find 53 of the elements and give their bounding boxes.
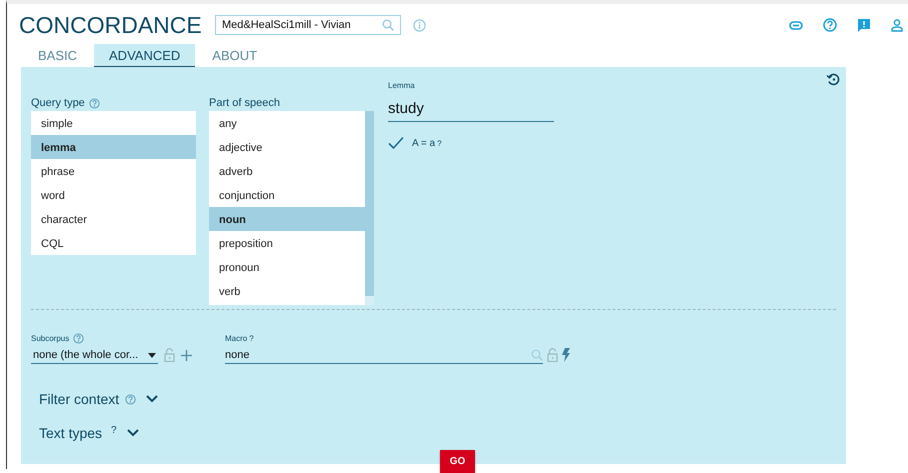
app-title: CONCORDANCE [19,12,203,38]
go-button[interactable]: GO [440,450,475,473]
tab[interactable]: ADVANCED [94,44,196,67]
lock-icon[interactable] [164,348,175,362]
field-label: Macro [225,334,248,342]
field-label: Query type [31,97,85,109]
field-label: Part of speech [209,97,280,109]
help-icon[interactable] [125,394,136,404]
list-option[interactable]: conjunction [209,183,365,207]
link-icon[interactable] [789,20,803,30]
lock-icon[interactable] [547,348,558,362]
field-label: Subcorpus [31,334,70,342]
list-option[interactable]: simple [31,111,196,135]
list-option[interactable]: adjective [209,135,365,159]
list-option[interactable]: adverb [209,159,365,183]
part-of-speech-list[interactable]: any adjective adverb conjunction noun preposition pronoun verb [209,111,374,305]
help-mark[interactable]: ? [437,138,442,148]
corpus-field[interactable]: Med&HealSci1mill - Vivian [215,15,401,35]
help-icon[interactable] [823,18,837,32]
subcorpus-select[interactable]: none (the whole cor... [31,346,158,364]
user-icon[interactable] [891,18,903,32]
list-option[interactable]: character [31,207,196,231]
section-title[interactable]: Text types [39,425,102,441]
list-option[interactable]: word [31,183,196,207]
tab[interactable]: ABOUT [197,44,272,67]
feedback-icon[interactable] [857,18,871,32]
reset-icon[interactable] [826,73,840,86]
checkbox-label: A = a [412,138,436,148]
lemma-input[interactable]: study [388,96,554,122]
help-icon[interactable] [73,332,84,344]
list-option[interactable]: noun [209,207,365,231]
list-option[interactable]: any [209,111,365,135]
checkbox[interactable] [388,136,404,150]
list-option[interactable]: lemma [31,135,196,159]
list-option[interactable]: pronoun [209,255,365,279]
help-mark[interactable]: ? [111,425,117,436]
bolt-icon[interactable] [562,348,570,362]
help-mark[interactable]: ? [249,334,254,342]
help-icon[interactable] [88,98,100,108]
field-label: Lemma [388,81,416,90]
query-type-list[interactable]: simple lemma phrase word character CQL [31,111,196,255]
macro-input[interactable]: none [225,346,543,364]
list-option[interactable]: phrase [31,159,196,183]
plus-icon[interactable] [181,350,192,360]
search-icon[interactable] [382,19,394,31]
scrollbar[interactable] [365,111,374,305]
list-option[interactable]: verb [209,279,365,303]
list-option[interactable]: CQL [31,231,196,255]
list-option[interactable]: preposition [209,231,365,255]
caret-icon[interactable] [148,352,156,358]
info-icon[interactable] [413,18,426,32]
tab[interactable]: BASIC [23,44,92,67]
section-title[interactable]: Filter context [39,391,120,407]
